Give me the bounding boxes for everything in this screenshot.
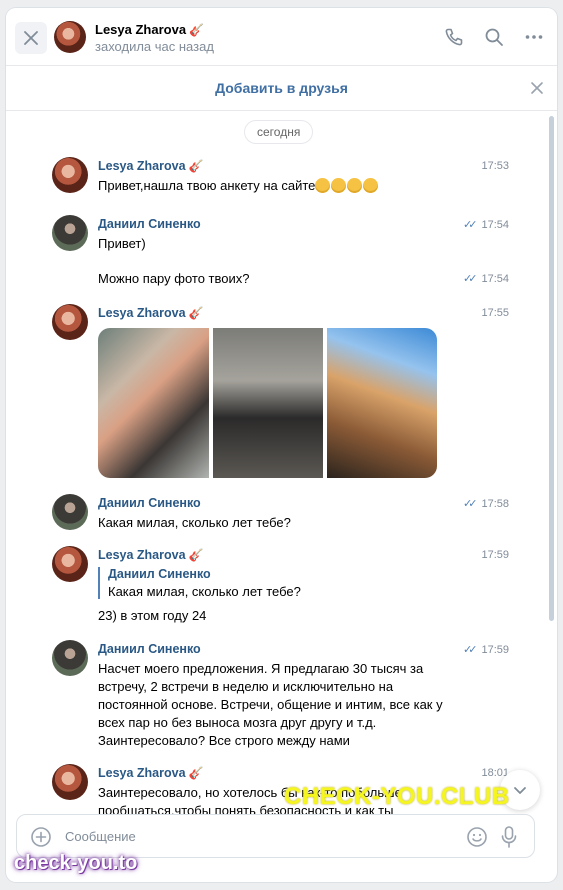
read-ticks-icon: ✓✓ bbox=[463, 644, 478, 656]
guitar-icon: 🎸 bbox=[189, 23, 204, 37]
guitar-icon: 🎸 bbox=[188, 766, 204, 780]
attach-plus-icon[interactable] bbox=[30, 826, 52, 848]
message[interactable]: Lesya Zharova 🎸 17:59 Даниил Синенко Кака… bbox=[6, 546, 547, 626]
avatar[interactable] bbox=[52, 764, 88, 800]
chat-window: Lesya Zharova 🎸 заходила час назад Добави… bbox=[6, 8, 557, 882]
dismiss-icon[interactable] bbox=[529, 80, 545, 96]
avatar[interactable] bbox=[52, 546, 88, 582]
avatar[interactable] bbox=[52, 304, 88, 340]
avatar[interactable] bbox=[52, 157, 88, 193]
read-ticks-icon: ✓✓ bbox=[463, 498, 478, 510]
photo-thumbnail[interactable] bbox=[327, 328, 437, 478]
avatar[interactable] bbox=[52, 640, 88, 676]
avatar[interactable] bbox=[52, 215, 88, 251]
chat-header: Lesya Zharova 🎸 заходила час назад bbox=[6, 8, 557, 66]
smile-icon[interactable] bbox=[466, 826, 488, 848]
message-author[interactable]: Lesya Zharova 🎸 bbox=[98, 306, 204, 320]
time-text: 17:58 bbox=[481, 497, 509, 510]
message-time: ✓✓ 17:54 bbox=[463, 272, 509, 286]
avatar[interactable] bbox=[52, 494, 88, 530]
message-time: 17:55 bbox=[481, 307, 509, 319]
time-text: 17:54 bbox=[481, 272, 509, 285]
add-friend-button[interactable]: Добавить в друзья bbox=[215, 80, 348, 96]
message[interactable]: Даниил Синенко ✓✓ 17:59 Насчет моего пред… bbox=[6, 640, 547, 750]
message-text: Какая милая, сколько лет тебе? bbox=[98, 515, 291, 530]
message-time: 17:59 bbox=[481, 549, 509, 561]
reply-quote[interactable]: Даниил Синенко Какая милая, сколько лет … bbox=[98, 567, 301, 599]
smile-emoji-icon bbox=[363, 178, 379, 193]
avatar[interactable] bbox=[54, 21, 86, 53]
message[interactable]: Даниил Синенко ✓✓ 17:58 Какая милая, скол… bbox=[6, 494, 547, 534]
message-text: Привет,нашла твою анкету на сайте bbox=[98, 177, 443, 195]
message-author[interactable]: Даниил Синенко bbox=[98, 496, 201, 510]
message-text: Можно пару фото твоих? bbox=[98, 271, 250, 286]
message[interactable]: Lesya Zharova 🎸 17:53 Привет,нашла твою а… bbox=[6, 157, 547, 197]
author-text: Lesya Zharova bbox=[98, 306, 186, 320]
phone-icon bbox=[445, 28, 463, 46]
close-icon bbox=[24, 31, 38, 45]
search-button[interactable] bbox=[483, 26, 505, 48]
time-text: 17:59 bbox=[481, 643, 509, 656]
microphone-icon[interactable] bbox=[498, 825, 520, 849]
message-text-content: Привет,нашла твою анкету на сайте bbox=[98, 178, 316, 193]
message-author[interactable]: Lesya Zharova 🎸 bbox=[98, 159, 204, 173]
message-input[interactable]: Сообщение bbox=[65, 829, 136, 844]
photo-thumbnail[interactable] bbox=[98, 328, 209, 478]
time-text: 17:59 bbox=[481, 549, 509, 561]
message-time: ✓✓ 17:58 bbox=[463, 497, 509, 511]
photo-thumbnail[interactable] bbox=[213, 328, 323, 478]
message-time: ✓✓ 17:54 bbox=[463, 218, 509, 232]
message-text: Привет) bbox=[98, 236, 146, 251]
smile-emoji-icon bbox=[331, 178, 347, 193]
message-time: 17:53 bbox=[481, 160, 509, 172]
peer-status: заходила час назад bbox=[95, 39, 214, 54]
search-icon bbox=[485, 28, 503, 46]
author-text: Lesya Zharova bbox=[98, 766, 186, 780]
add-friend-bar: Добавить в друзья bbox=[6, 66, 557, 111]
message-author[interactable]: Даниил Синенко bbox=[98, 217, 201, 231]
smile-emoji-icon bbox=[347, 178, 363, 193]
watermark-text: check-you.to bbox=[14, 852, 138, 874]
message-text: Насчет моего предложения. Я предлагаю 30… bbox=[98, 661, 443, 748]
guitar-icon: 🎸 bbox=[188, 306, 204, 320]
watermark-text: CHECK-YOU.CLUB bbox=[284, 783, 510, 810]
more-button[interactable] bbox=[523, 26, 545, 48]
peer-name-text: Lesya Zharova bbox=[95, 22, 187, 37]
photo-attachments bbox=[98, 328, 437, 478]
message-list[interactable]: сегодня Lesya Zharova 🎸 17:53 Привет,нашл… bbox=[6, 111, 547, 818]
author-text: Lesya Zharova bbox=[98, 159, 186, 173]
more-icon bbox=[525, 35, 543, 39]
time-text: 17:55 bbox=[481, 307, 509, 319]
guitar-icon: 🎸 bbox=[188, 548, 204, 562]
guitar-icon: 🎸 bbox=[188, 159, 204, 173]
message-author[interactable]: Lesya Zharova 🎸 bbox=[98, 548, 204, 562]
smile-emoji-icon bbox=[315, 178, 331, 193]
message-time: ✓✓ 17:59 bbox=[463, 643, 509, 657]
author-text: Lesya Zharova bbox=[98, 548, 186, 562]
call-button[interactable] bbox=[443, 26, 465, 48]
read-ticks-icon: ✓✓ bbox=[463, 273, 478, 285]
message-author[interactable]: Lesya Zharova 🎸 bbox=[98, 766, 204, 780]
time-text: 17:53 bbox=[481, 160, 509, 172]
chevron-down-icon bbox=[514, 787, 526, 794]
quote-author: Даниил Синенко bbox=[108, 567, 211, 581]
message-text: 23) в этом году 24 bbox=[98, 608, 207, 623]
peer-name[interactable]: Lesya Zharova 🎸 bbox=[95, 22, 204, 37]
time-text: 17:54 bbox=[481, 218, 509, 231]
message[interactable]: Даниил Синенко ✓✓ 17:54 Привет) bbox=[6, 215, 547, 255]
close-button[interactable] bbox=[15, 22, 47, 54]
header-actions bbox=[443, 26, 545, 48]
message[interactable]: Lesya Zharova 🎸 17:55 bbox=[6, 304, 547, 480]
scrollbar[interactable] bbox=[549, 116, 554, 621]
message-author[interactable]: Даниил Синенко bbox=[98, 642, 201, 656]
quote-text: Какая милая, сколько лет тебе? bbox=[108, 584, 301, 599]
date-separator: сегодня bbox=[244, 120, 314, 144]
message[interactable]: ✓✓ 17:54 Можно пару фото твоих? bbox=[6, 269, 547, 291]
read-ticks-icon: ✓✓ bbox=[463, 219, 478, 231]
